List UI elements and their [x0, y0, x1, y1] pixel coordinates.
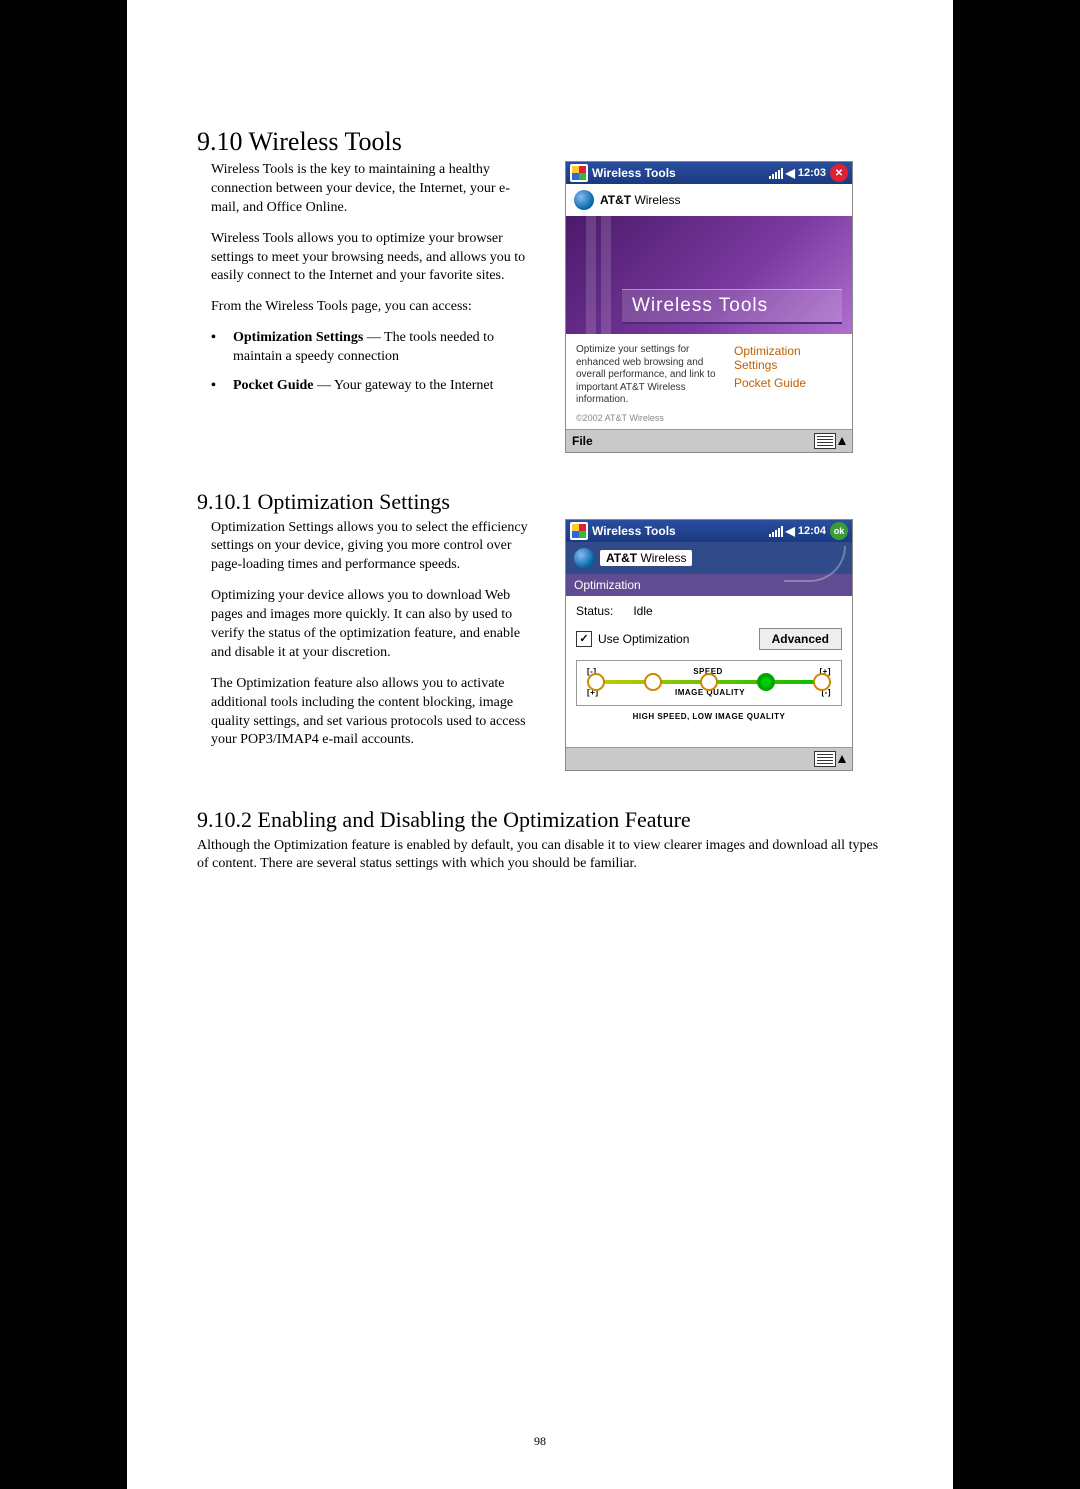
banner: Wireless Tools — [566, 216, 852, 334]
banner-title: Wireless Tools — [622, 289, 842, 324]
checkbox-label: Use Optimization — [598, 632, 689, 646]
paragraph: Although the Optimization feature is ena… — [197, 837, 883, 875]
slider-track[interactable] — [587, 680, 831, 684]
link-optimization-settings[interactable]: Optimization Settings — [734, 344, 842, 372]
section-9-10-1-text-column: Optimization Settings allows you to sele… — [197, 519, 537, 763]
blurb-text: Optimize your settings for enhanced web … — [576, 344, 724, 407]
paragraph: Wireless Tools allows you to optimize yo… — [211, 230, 537, 287]
section-9-10-1-columns: Optimization Settings allows you to sele… — [197, 519, 883, 771]
slider-stop-active[interactable] — [757, 673, 775, 691]
slider-stop[interactable] — [813, 673, 831, 691]
titlebar: Wireless Tools ◀ 12:03 ✕ — [566, 162, 852, 184]
bullet-item: Optimization Settings — The tools needed… — [197, 329, 537, 367]
section-9-10-columns: Wireless Tools is the key to maintaining… — [197, 161, 883, 453]
window-title: Wireless Tools — [592, 166, 676, 180]
keyboard-icon — [814, 751, 836, 767]
status-value: Idle — [633, 604, 652, 618]
paragraph: Wireless Tools is the key to maintaining… — [211, 161, 537, 218]
copyright: ©2002 AT&T Wireless — [566, 413, 852, 429]
chevron-up-icon — [838, 755, 846, 763]
windows-flag-icon — [570, 164, 588, 182]
sip-toggle[interactable] — [814, 433, 846, 449]
signal-icon — [769, 525, 783, 537]
links-column: Optimization Settings Pocket Guide — [734, 344, 842, 407]
globe-icon — [574, 190, 594, 210]
slider-stop[interactable] — [587, 673, 605, 691]
bullet-list: Optimization Settings — The tools needed… — [197, 329, 537, 396]
paragraph: From the Wireless Tools page, you can ac… — [211, 298, 537, 317]
close-button[interactable]: ✕ — [830, 164, 848, 182]
menubar: File — [566, 429, 852, 452]
ok-button[interactable]: ok — [830, 522, 848, 540]
device-screenshot-optimization: Wireless Tools ◀ 12:04 ok AT&T Wireless … — [565, 519, 853, 771]
menubar — [566, 747, 852, 770]
bullet-rest: — Your gateway to the Internet — [314, 378, 494, 393]
slider-stop[interactable] — [644, 673, 662, 691]
keyboard-icon — [814, 433, 836, 449]
globe-icon — [574, 548, 594, 568]
slider-caption: HIGH SPEED, LOW IMAGE QUALITY — [576, 712, 842, 721]
brand-text: AT&T Wireless — [600, 193, 680, 207]
paragraph: Optimizing your device allows you to dow… — [211, 587, 537, 663]
optimization-body: Status: Idle ✓ Use Optimization Advanced… — [566, 596, 852, 729]
status-icons: ◀ 12:04 — [769, 524, 826, 538]
status-row: Status: Idle — [576, 604, 842, 618]
status-icons: ◀ 12:03 — [769, 166, 826, 180]
advanced-button[interactable]: Advanced — [759, 628, 842, 650]
document-page: 9.10 Wireless Tools Wireless Tools is th… — [127, 0, 953, 1489]
titlebar: Wireless Tools ◀ 12:04 ok — [566, 520, 852, 542]
brand-row: AT&T Wireless — [566, 184, 852, 216]
slider-stop[interactable] — [700, 673, 718, 691]
chevron-up-icon — [838, 437, 846, 445]
heading-9-10-2: 9.10.2 Enabling and Disabling the Optimi… — [197, 807, 883, 833]
section-9-10-1-screenshot-column: Wireless Tools ◀ 12:04 ok AT&T Wireless … — [565, 519, 865, 771]
heading-9-10: 9.10 Wireless Tools — [197, 127, 883, 157]
signal-icon — [769, 167, 783, 179]
paragraph: Optimization Settings allows you to sele… — [211, 519, 537, 576]
bullet-item: Pocket Guide — Your gateway to the Inter… — [197, 377, 537, 396]
bullet-term: Optimization Settings — [233, 330, 363, 345]
speaker-icon: ◀ — [786, 524, 795, 538]
page-number: 98 — [127, 1434, 953, 1449]
status-label: Status: — [576, 604, 630, 618]
use-optimization-checkbox[interactable]: ✓ — [576, 631, 592, 647]
brand-row: AT&T Wireless — [566, 542, 852, 574]
device-screenshot-wireless-tools: Wireless Tools ◀ 12:03 ✕ AT&T Wireless W… — [565, 161, 853, 453]
paragraph: The Optimization feature also allows you… — [211, 675, 537, 751]
brand-text: AT&T Wireless — [600, 550, 692, 566]
heading-9-10-1: 9.10.1 Optimization Settings — [197, 489, 883, 515]
window-title: Wireless Tools — [592, 524, 676, 538]
slider-box: [-] SPEED [+] — [576, 660, 842, 706]
bullet-term: Pocket Guide — [233, 378, 314, 393]
windows-flag-icon — [570, 522, 588, 540]
speaker-icon: ◀ — [786, 166, 795, 180]
link-pocket-guide[interactable]: Pocket Guide — [734, 376, 842, 390]
clock: 12:03 — [798, 167, 826, 179]
checkbox-row: ✓ Use Optimization Advanced — [576, 628, 842, 650]
section-9-10-text-column: Wireless Tools is the key to maintaining… — [197, 161, 537, 408]
sip-toggle[interactable] — [814, 751, 846, 767]
file-menu[interactable]: File — [572, 434, 593, 448]
content-row: Optimize your settings for enhanced web … — [566, 334, 852, 413]
clock: 12:04 — [798, 525, 826, 537]
section-9-10-screenshot-column: Wireless Tools ◀ 12:03 ✕ AT&T Wireless W… — [565, 161, 865, 453]
